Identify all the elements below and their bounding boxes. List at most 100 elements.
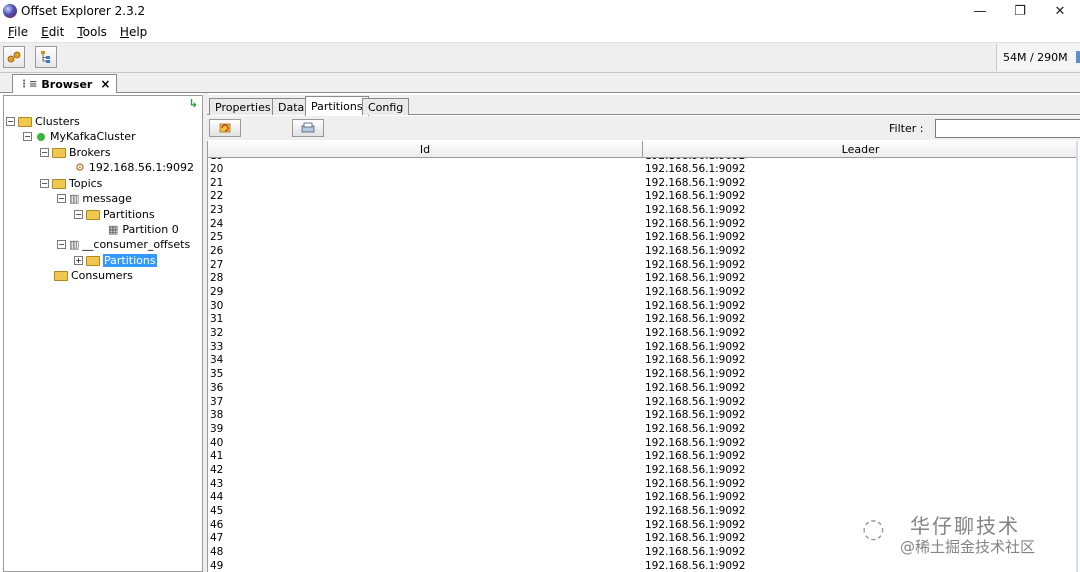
tree-node-message-partitions[interactable]: − Partitions — [74, 207, 155, 222]
tree-node-cluster[interactable]: − MyKafkaCluster — [23, 129, 136, 144]
toolbar: 54M / 290M — [0, 43, 1080, 73]
main-tab-strip: ⋮≡ Browser × — [0, 73, 1080, 93]
table-row[interactable]: 34 192.168.56.1:9092 — [208, 354, 1078, 368]
collapse-icon[interactable]: − — [57, 194, 66, 203]
partition-leader-cell: 192.168.56.1:9092 — [645, 286, 746, 299]
table-row[interactable]: 32 192.168.56.1:9092 — [208, 326, 1078, 340]
tree-node-topics[interactable]: − Topics — [40, 176, 102, 191]
tab-partitions[interactable]: Partitions — [305, 96, 369, 116]
column-header-leader[interactable]: Leader — [643, 141, 1078, 158]
partition-leader-cell: 192.168.56.1:9092 — [645, 244, 746, 257]
table-row[interactable]: 27 192.168.56.1:9092 — [208, 258, 1078, 272]
memory-usage-text: 54M / 290M — [1003, 51, 1068, 64]
tab-browser[interactable]: ⋮≡ Browser × — [12, 74, 118, 93]
table-row[interactable]: 37 192.168.56.1:9092 — [208, 395, 1078, 409]
table-row[interactable]: 42 192.168.56.1:9092 — [208, 463, 1078, 477]
filter-input[interactable] — [935, 119, 1080, 138]
partition-actions-bar: Filter : — [207, 116, 1080, 140]
tree-hierarchy-icon: ⋮≡ — [19, 78, 38, 90]
tree-node-brokers[interactable]: − Brokers — [40, 145, 111, 160]
partition-leader-cell: 192.168.56.1:9092 — [645, 477, 746, 490]
tree-node-topic-message[interactable]: − ▥ message — [57, 191, 132, 206]
tree-node-clusters[interactable]: − Clusters — [6, 114, 80, 129]
collapse-icon[interactable]: − — [40, 179, 49, 188]
menu-file[interactable]: File — [3, 25, 33, 39]
tree-header: ↳ — [4, 96, 202, 112]
column-header-id[interactable]: Id — [208, 141, 643, 158]
collapse-icon[interactable]: − — [74, 210, 83, 219]
partition-id-cell: 44 — [210, 491, 224, 504]
table-row[interactable]: 41 192.168.56.1:9092 — [208, 449, 1078, 463]
tree-node-broker[interactable]: ⚙ 192.168.56.1:9092 — [75, 160, 194, 175]
partition-id-cell: 21 — [210, 176, 224, 189]
table-row[interactable]: 33 192.168.56.1:9092 — [208, 340, 1078, 354]
partition-id-cell: 31 — [210, 313, 224, 326]
tree-node-partition-0[interactable]: ▦ Partition 0 — [108, 222, 179, 237]
table-header: Id Leader — [208, 141, 1078, 158]
watermark: ◌ 华仔聊技术 @稀土掘金技术社区 — [858, 508, 1080, 568]
table-row[interactable]: 22 192.168.56.1:9092 — [208, 189, 1078, 203]
partition-id-cell: 35 — [210, 368, 224, 381]
connected-status-icon — [37, 132, 45, 141]
wechat-icon: ◌ — [862, 514, 885, 544]
garbage-collect-icon[interactable] — [1076, 51, 1080, 63]
tab-config[interactable]: Config — [362, 98, 410, 115]
collapse-icon[interactable]: − — [57, 240, 66, 249]
folder-icon — [86, 255, 100, 266]
collapse-icon[interactable]: − — [6, 117, 15, 126]
close-window-button[interactable]: ✕ — [1040, 0, 1080, 22]
add-cluster-button[interactable] — [3, 46, 25, 68]
table-row[interactable]: 21 192.168.56.1:9092 — [208, 176, 1078, 190]
table-row[interactable]: 43 192.168.56.1:9092 — [208, 477, 1078, 491]
partition-leader-cell: 192.168.56.1:9092 — [645, 299, 746, 312]
table-row[interactable]: 35 192.168.56.1:9092 — [208, 367, 1078, 381]
collapse-icon[interactable]: − — [23, 132, 32, 141]
table-row[interactable]: 29 192.168.56.1:9092 — [208, 285, 1078, 299]
partition-id-cell: 42 — [210, 463, 224, 476]
table-row[interactable]: 25 192.168.56.1:9092 — [208, 230, 1078, 244]
tree-view-button[interactable] — [35, 46, 57, 68]
partition-id-cell: 48 — [210, 546, 224, 559]
table-row[interactable]: 23 192.168.56.1:9092 — [208, 203, 1078, 217]
partition-id-cell: 25 — [210, 231, 224, 244]
table-row[interactable]: 36 192.168.56.1:9092 — [208, 381, 1078, 395]
menu-edit[interactable]: Edit — [36, 25, 69, 39]
tree-node-topic-consumer-offsets[interactable]: − ▥ __consumer_offsets — [57, 237, 190, 252]
table-row[interactable]: 39 192.168.56.1:9092 — [208, 422, 1078, 436]
folder-icon — [52, 178, 66, 189]
collapse-icon[interactable]: − — [40, 148, 49, 157]
table-row[interactable]: 26 192.168.56.1:9092 — [208, 244, 1078, 258]
close-tab-icon[interactable]: × — [100, 77, 110, 91]
tree-node-consumers[interactable]: Consumers — [54, 268, 133, 283]
restore-button[interactable]: ❐ — [1000, 0, 1040, 22]
table-row[interactable]: 28 192.168.56.1:9092 — [208, 272, 1078, 286]
partition-leader-cell: 192.168.56.1:9092 — [645, 190, 746, 203]
partition-leader-cell: 192.168.56.1:9092 — [645, 354, 746, 367]
table-row[interactable]: 24 192.168.56.1:9092 — [208, 217, 1078, 231]
partition-id-cell: 36 — [210, 381, 224, 394]
table-row[interactable]: 38 192.168.56.1:9092 — [208, 408, 1078, 422]
table-row[interactable]: 44 192.168.56.1:9092 — [208, 491, 1078, 505]
table-row[interactable]: 30 192.168.56.1:9092 — [208, 299, 1078, 313]
minimize-button[interactable]: — — [960, 0, 1000, 22]
expand-icon[interactable]: + — [74, 256, 83, 265]
export-button[interactable] — [292, 119, 324, 137]
menu-help[interactable]: Help — [115, 25, 152, 39]
filter-label: Filter : — [889, 122, 924, 135]
table-row[interactable]: 40 192.168.56.1:9092 — [208, 436, 1078, 450]
tab-properties[interactable]: Properties — [209, 98, 277, 115]
partition-id-cell: 32 — [210, 327, 224, 340]
partition-id-cell: 27 — [210, 258, 224, 271]
window-controls: — ❐ ✕ — [960, 0, 1080, 22]
partition-id-cell: 22 — [210, 190, 224, 203]
partition-id-cell: 24 — [210, 217, 224, 230]
table-row[interactable]: 20 192.168.56.1:9092 — [208, 162, 1078, 176]
table-row[interactable]: 31 192.168.56.1:9092 — [208, 313, 1078, 327]
refresh-button[interactable] — [209, 119, 241, 137]
tree-node-offsets-partitions[interactable]: + Partitions — [74, 253, 157, 268]
menu-bar: File Edit Tools Help — [0, 22, 1080, 43]
partition-leader-cell: 192.168.56.1:9092 — [645, 395, 746, 408]
refresh-arrow-icon[interactable]: ↳ — [189, 97, 198, 110]
partition-leader-cell: 192.168.56.1:9092 — [645, 231, 746, 244]
menu-tools[interactable]: Tools — [72, 25, 112, 39]
